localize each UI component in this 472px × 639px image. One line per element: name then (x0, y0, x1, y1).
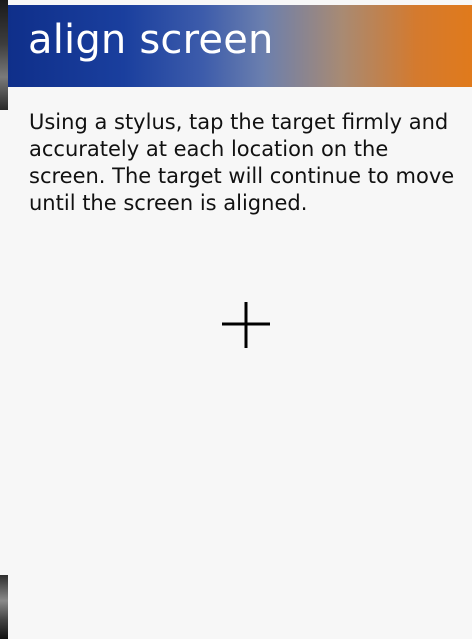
device-edge-middle (0, 110, 8, 575)
crosshair-icon[interactable] (222, 302, 270, 350)
device-edge-top (0, 0, 8, 110)
crosshair-svg (222, 302, 270, 348)
instructions-text: Using a stylus, tap the target firmly an… (29, 110, 455, 215)
page-title: align screen (28, 17, 274, 63)
title-bar: align screen (8, 5, 472, 87)
device-edge-bottom (0, 575, 8, 639)
device-left-edge (0, 0, 8, 639)
align-screen: align screen Using a stylus, tap the tar… (0, 0, 472, 639)
